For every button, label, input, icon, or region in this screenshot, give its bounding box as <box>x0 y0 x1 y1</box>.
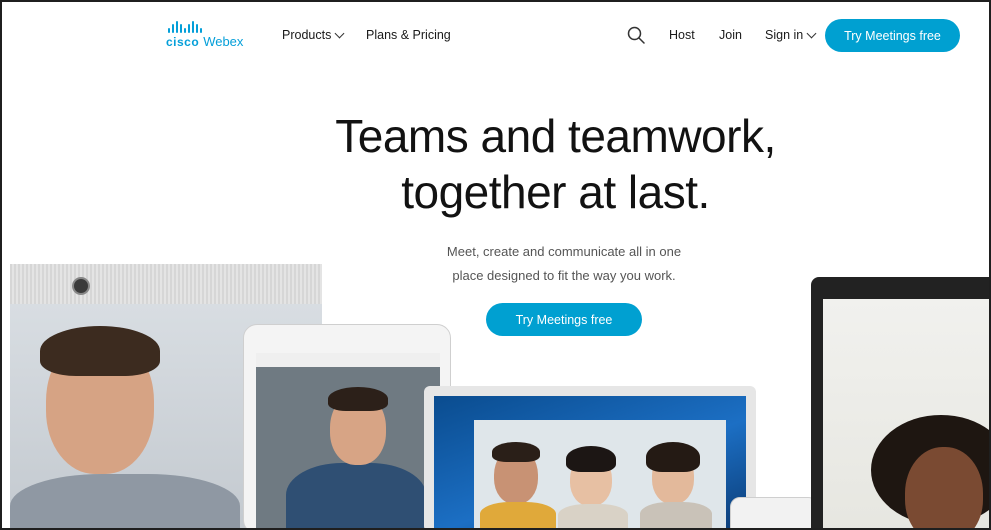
nav-plans-pricing[interactable]: Plans & Pricing <box>366 28 451 42</box>
top-nav: cisco Webex Products Plans & Pricing Hos… <box>2 2 989 68</box>
logo-webex-text: Webex <box>203 34 244 49</box>
hero-headline-line2: together at last. <box>401 166 710 218</box>
speaker-bar <box>10 264 322 304</box>
nav-products-label: Products <box>282 28 332 42</box>
cisco-webex-logo[interactable]: cisco Webex <box>166 21 243 49</box>
page-frame: cisco Webex Products Plans & Pricing Hos… <box>0 0 991 530</box>
chevron-down-icon <box>806 28 817 38</box>
laptop-screen <box>434 396 746 528</box>
hero-headline-line1: Teams and teamwork, <box>335 110 776 162</box>
try-meetings-free-nav-button[interactable]: Try Meetings free <box>825 19 960 52</box>
nav-host-label: Host <box>669 28 695 42</box>
nav-signin[interactable]: Sign in <box>765 28 817 42</box>
nav-products[interactable]: Products <box>282 28 345 42</box>
tablet-device-image <box>243 324 451 528</box>
cisco-bars-icon <box>168 21 202 33</box>
nav-signin-label: Sign in <box>765 28 804 42</box>
monitor-device-image <box>811 277 989 528</box>
tablet-topbar <box>256 353 440 367</box>
phone-device-image <box>730 497 818 528</box>
nav-plans-label: Plans & Pricing <box>366 28 451 42</box>
chevron-down-icon <box>334 28 345 38</box>
nav-join[interactable]: Join <box>719 28 742 42</box>
search-icon[interactable] <box>627 26 645 44</box>
logo-cisco-text: cisco <box>166 35 200 49</box>
hero-headline: Teams and teamwork, together at last. <box>2 108 984 220</box>
nav-host[interactable]: Host <box>669 28 695 42</box>
hero-subline-line1: Meet, create and communicate all in one <box>446 244 682 259</box>
monitor-screen <box>823 299 989 528</box>
laptop-device-image <box>424 386 756 528</box>
meeting-window <box>474 420 726 528</box>
tablet-screen <box>256 353 440 528</box>
nav-join-label: Join <box>719 28 742 42</box>
camera-icon <box>72 277 90 295</box>
try-meetings-free-hero-button[interactable]: Try Meetings free <box>486 303 642 336</box>
